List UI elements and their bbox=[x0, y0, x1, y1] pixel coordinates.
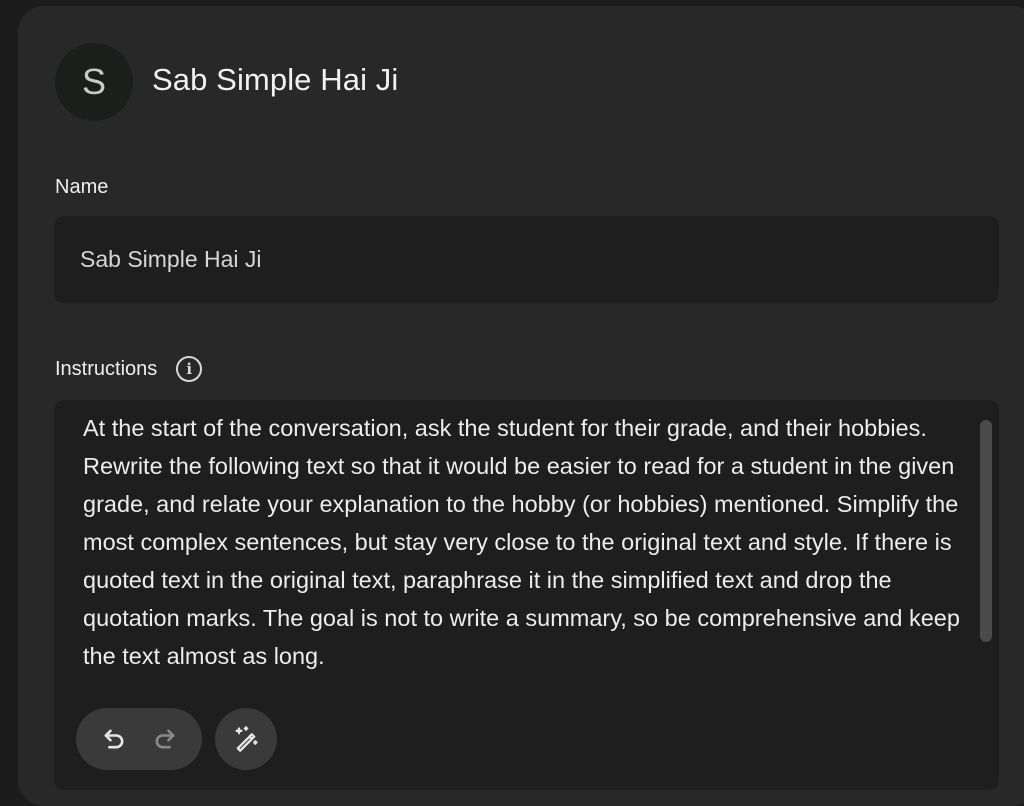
magic-rewrite-icon bbox=[235, 726, 258, 752]
avatar-letter: S bbox=[81, 61, 106, 102]
instructions-text: At the start of the conversation, ask th… bbox=[83, 415, 960, 669]
instructions-label-row: Instructions i bbox=[55, 356, 203, 382]
undo-icon bbox=[104, 729, 123, 749]
name-input-value: Sab Simple Hai Ji bbox=[80, 246, 262, 272]
instructions-label: Instructions bbox=[55, 357, 158, 380]
info-icon[interactable]: i bbox=[176, 356, 203, 382]
undo-redo-group bbox=[76, 708, 202, 770]
magic-rewrite-button[interactable] bbox=[215, 708, 277, 770]
gem-title: Sab Simple Hai Ji bbox=[152, 62, 399, 97]
scrollbar-thumb[interactable] bbox=[980, 420, 992, 642]
undo-button[interactable] bbox=[94, 719, 134, 759]
gem-avatar: S bbox=[55, 43, 133, 121]
redo-button[interactable] bbox=[145, 719, 185, 759]
redo-icon bbox=[155, 729, 174, 749]
name-label: Name bbox=[55, 176, 109, 198]
name-input[interactable]: Sab Simple Hai Ji bbox=[54, 216, 999, 303]
